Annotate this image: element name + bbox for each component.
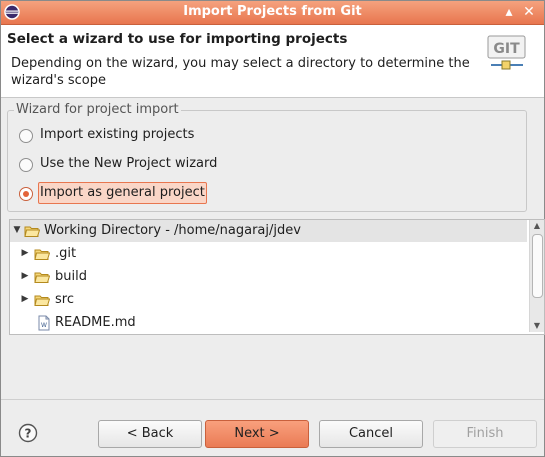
tree-row[interactable]: ▶ .git [10,243,527,265]
expand-arrow-icon[interactable]: ▼ [12,225,22,235]
radio-button[interactable] [19,129,33,143]
radio-label[interactable]: Import existing projects [39,126,195,144]
wizard-header: Select a wizard to use for importing pro… [1,25,544,98]
tree-row[interactable]: W README.md [10,312,527,334]
git-logo-text: GIT [493,41,520,57]
file-icon: W [38,315,50,331]
project-tree[interactable]: ▼ Working Directory - /home/nagaraj/jdev… [9,219,545,335]
scroll-up-icon[interactable]: ▲ [530,220,544,232]
folder-open-icon [24,226,40,237]
page-title: Select a wizard to use for importing pro… [7,31,348,47]
svg-text:?: ? [25,427,32,441]
radio-button[interactable] [19,158,33,172]
tree-label: Working Directory - /home/nagaraj/jdev [44,223,301,238]
radio-label[interactable]: Import as general project [38,182,207,204]
tree-label: src [55,292,74,307]
scrollbar-thumb[interactable] [532,234,543,298]
group-legend: Wizard for project import [14,102,181,117]
back-button[interactable]: < Back [98,420,202,448]
tree-label: README.md [55,315,136,330]
folder-icon [34,249,50,260]
window-title: Import Projects from Git [183,4,362,19]
collapse-arrow-icon[interactable]: ▶ [20,248,30,258]
radio-label[interactable]: Use the New Project wizard [39,155,218,173]
radio-general-project[interactable]: Import as general project [19,182,219,204]
footer-divider [1,399,544,400]
title-bar[interactable]: Import Projects from Git ▴ ✕ [1,1,544,25]
tree-row[interactable]: ▶ build [10,266,527,288]
tree-label: build [55,269,87,284]
finish-button[interactable]: Finish [433,420,537,448]
help-icon[interactable]: ? [18,423,38,443]
tree-row-root[interactable]: ▼ Working Directory - /home/nagaraj/jdev [10,220,527,242]
collapse-arrow-icon[interactable]: ▶ [20,271,30,281]
radio-new-project-wizard[interactable]: Use the New Project wizard [19,155,229,175]
tree-label: .git [55,246,77,261]
tree-row[interactable]: ▶ src [10,289,527,311]
scroll-down-icon[interactable]: ▼ [530,320,544,332]
cancel-button[interactable]: Cancel [319,420,423,448]
collapse-arrow-icon[interactable]: ▶ [20,294,30,304]
close-icon[interactable]: ✕ [520,3,538,21]
svg-text:W: W [41,322,47,329]
page-description: Depending on the wizard, you may select … [11,56,470,88]
folder-icon [34,295,50,306]
next-button[interactable]: Next > [205,420,309,448]
git-logo-icon: GIT [487,35,526,70]
maximize-icon[interactable]: ▴ [500,3,518,21]
import-dialog: Import Projects from Git ▴ ✕ Select a wi… [0,0,545,457]
radio-import-existing[interactable]: Import existing projects [19,126,209,146]
vertical-scrollbar[interactable]: ▲ ▼ [529,220,544,332]
radio-button-selected[interactable] [19,187,33,201]
folder-icon [34,272,50,283]
